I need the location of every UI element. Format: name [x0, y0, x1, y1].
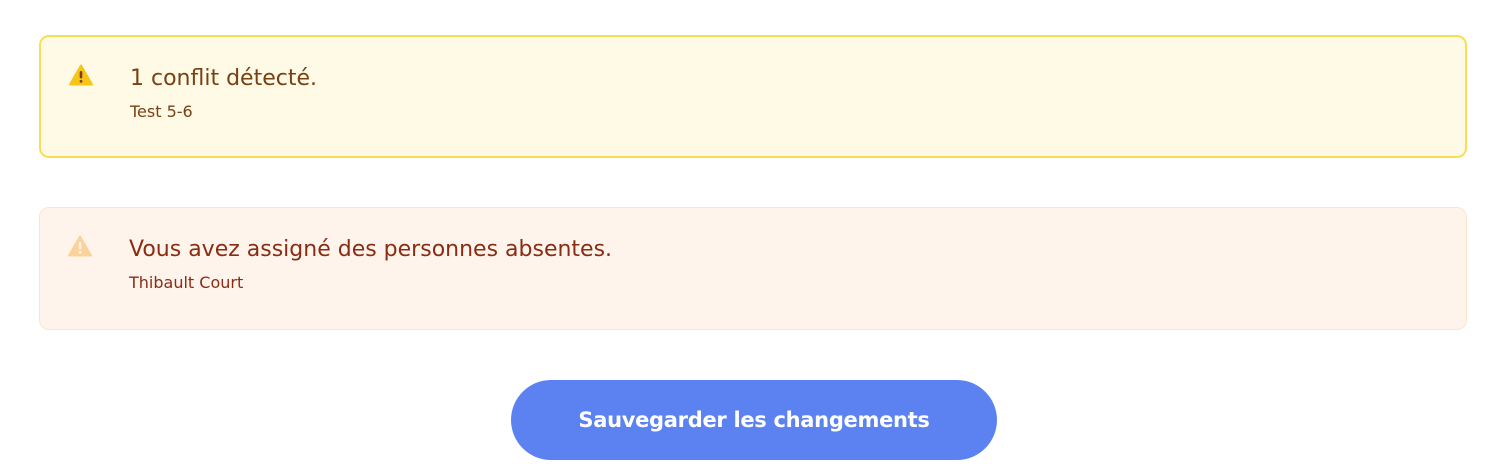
conflict-alert-title: 1 conflit détecté. [130, 66, 317, 91]
absent-alert-detail: Thibault Court [129, 273, 244, 292]
absent-alert-title: Vous avez assigné des personnes absentes… [129, 237, 613, 262]
conflict-alert: 1 conflit détecté. Test 5-6 [39, 35, 1467, 158]
save-changes-button[interactable]: Sauvegarder les changements [511, 380, 997, 460]
warning-triangle-icon [69, 64, 93, 86]
conflict-alert-detail: Test 5-6 [130, 102, 193, 121]
warning-triangle-icon [68, 235, 92, 257]
absent-people-alert: Vous avez assigné des personnes absentes… [39, 207, 1467, 330]
